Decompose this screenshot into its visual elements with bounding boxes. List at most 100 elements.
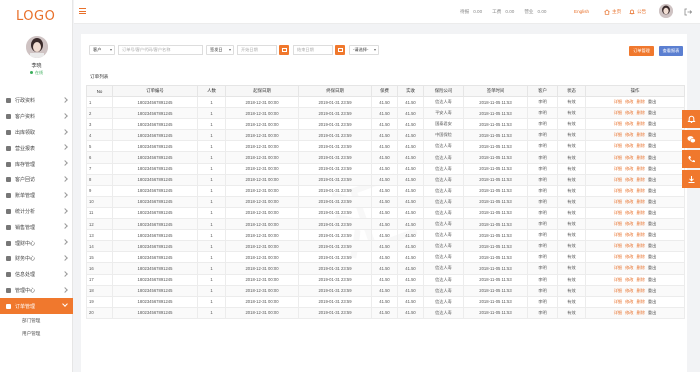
table-row[interactable]: 18 180234567891245 1 2018-12-31 00:00 2019-0… <box>86 284 685 297</box>
detail-link[interactable]: 详细 <box>614 243 622 249</box>
reprint-link[interactable]: 重出 <box>648 288 656 294</box>
keyword-input[interactable]: 订单号/客户代码/客户名称 <box>118 45 203 55</box>
edit-link[interactable]: 修改 <box>625 155 633 161</box>
detail-link[interactable]: 详细 <box>614 265 622 271</box>
sidebar-item-outbound[interactable]: 出库领取 <box>0 125 73 141</box>
delete-link[interactable]: 删除 <box>637 288 645 294</box>
delete-link[interactable]: 删除 <box>637 199 645 205</box>
detail-link[interactable]: 详细 <box>614 121 622 127</box>
top-avatar[interactable] <box>659 4 673 18</box>
table-row[interactable]: 17 180234567891245 1 2018-12-31 00:00 2019-0… <box>86 273 685 286</box>
reprint-link[interactable]: 重出 <box>648 299 656 305</box>
delete-link[interactable]: 删除 <box>637 221 645 227</box>
delete-link[interactable]: 删除 <box>637 121 645 127</box>
sidebar-item-sales[interactable]: 销售管理 <box>0 219 73 235</box>
sidebar-item-customer-visit[interactable]: 客户回访 <box>0 172 73 188</box>
sidebar-item-admin-data[interactable]: 行政资料 <box>0 93 73 109</box>
table-row[interactable]: 13 180234567891245 1 2018-12-31 00:00 2019-0… <box>86 229 685 242</box>
delete-link[interactable]: 删除 <box>637 299 645 305</box>
reprint-link[interactable]: 重出 <box>648 199 656 205</box>
detail-link[interactable]: 详细 <box>614 254 622 260</box>
reprint-link[interactable]: 重出 <box>648 177 656 183</box>
sidebar-item-info[interactable]: 信息处理 <box>0 267 73 283</box>
sidebar-item-statistics[interactable]: 统计分析 <box>0 204 73 220</box>
table-row[interactable]: 7 180234567891245 1 2018-12-31 00:00 2019-01… <box>86 162 685 175</box>
edit-link[interactable]: 修改 <box>625 288 633 294</box>
sidebar-item-finance-mgmt[interactable]: 理财中心 <box>0 235 73 251</box>
edit-link[interactable]: 修改 <box>625 177 633 183</box>
edit-link[interactable]: 修改 <box>625 210 633 216</box>
table-row[interactable]: 1 180234567891245 1 2018-12-31 00:00 2019-01… <box>86 95 685 109</box>
table-row[interactable]: 4 180234567891245 1 2018-12-31 00:00 2019-01… <box>86 129 685 142</box>
table-row[interactable]: 6 180234567891245 1 2018-12-31 00:00 2019-01… <box>86 151 685 164</box>
edit-link[interactable]: 修改 <box>625 121 633 127</box>
reprint-link[interactable]: 重出 <box>648 243 656 249</box>
end-date-input[interactable]: 结束日期 <box>293 45 333 55</box>
bell-icon[interactable] <box>682 110 700 128</box>
delete-link[interactable]: 删除 <box>637 110 645 116</box>
table-row[interactable]: 15 180234567891245 1 2018-12-31 00:00 2019-0… <box>86 251 685 264</box>
table-row[interactable]: 12 180234567891245 1 2018-12-31 00:00 2019-0… <box>86 218 685 231</box>
delete-link[interactable]: 删除 <box>637 232 645 238</box>
start-date-input[interactable]: 开始日期 <box>237 45 277 55</box>
app-logo[interactable]: LOGO <box>16 9 55 24</box>
sidebar-item-finance-center[interactable]: 财务中心 <box>0 251 73 267</box>
table-row[interactable]: 8 180234567891245 1 2018-12-31 00:00 2019-01… <box>86 173 685 186</box>
order-manage-button[interactable]: 订单管理 <box>629 46 654 56</box>
edit-link[interactable]: 修改 <box>625 143 633 149</box>
status-select[interactable]: -请选择- <box>349 45 379 55</box>
notice-link[interactable]: 公告 <box>629 9 646 15</box>
type-select[interactable]: 客户 <box>89 45 115 55</box>
detail-link[interactable]: 详细 <box>614 132 622 138</box>
delete-link[interactable]: 删除 <box>637 265 645 271</box>
edit-link[interactable]: 修改 <box>625 299 633 305</box>
reprint-link[interactable]: 重出 <box>648 310 656 316</box>
table-row[interactable]: 11 180234567891245 1 2018-12-31 00:00 2019-0… <box>86 206 685 220</box>
edit-link[interactable]: 修改 <box>625 254 633 260</box>
edit-link[interactable]: 修改 <box>625 110 633 116</box>
sidebar-item-customer-data[interactable]: 客户资料 <box>0 109 73 125</box>
table-row[interactable]: 16 180234567891245 1 2018-12-31 00:00 2019-0… <box>86 262 685 275</box>
delete-link[interactable]: 删除 <box>637 166 645 172</box>
table-row[interactable]: 9 180234567891245 1 2018-12-31 00:00 2019-01… <box>86 184 685 197</box>
edit-link[interactable]: 修改 <box>625 132 633 138</box>
view-report-button[interactable]: 查看报表 <box>659 46 683 56</box>
detail-link[interactable]: 详细 <box>614 232 622 238</box>
reprint-link[interactable]: 重出 <box>648 210 656 216</box>
reprint-link[interactable]: 重出 <box>648 121 656 127</box>
detail-link[interactable]: 详细 <box>614 177 622 183</box>
download-icon[interactable] <box>682 170 700 188</box>
sidebar-item-inventory[interactable]: 库存管理 <box>0 156 73 172</box>
edit-link[interactable]: 修改 <box>625 221 633 227</box>
detail-link[interactable]: 详细 <box>614 199 622 205</box>
table-row[interactable]: 10 180234567891245 1 2018-12-31 00:00 2019-0… <box>86 195 685 208</box>
reprint-link[interactable]: 重出 <box>648 277 656 283</box>
delete-link[interactable]: 删除 <box>637 99 645 105</box>
submenu-item-users[interactable]: 用户管理 <box>0 327 73 340</box>
edit-link[interactable]: 修改 <box>625 99 633 105</box>
table-row[interactable]: 19 180234567891245 1 2018-12-31 00:00 2019-0… <box>86 295 685 308</box>
detail-link[interactable]: 详细 <box>614 221 622 227</box>
delete-link[interactable]: 删除 <box>637 132 645 138</box>
edit-link[interactable]: 修改 <box>625 265 633 271</box>
calendar-icon[interactable] <box>335 45 345 55</box>
detail-link[interactable]: 详细 <box>614 210 622 216</box>
delete-link[interactable]: 删除 <box>637 210 645 216</box>
reprint-link[interactable]: 重出 <box>648 221 656 227</box>
table-row[interactable]: 14 180234567891245 1 2018-12-31 00:00 2019-0… <box>86 240 685 253</box>
reprint-link[interactable]: 重出 <box>648 143 656 149</box>
reprint-link[interactable]: 重出 <box>648 232 656 238</box>
reprint-link[interactable]: 重出 <box>648 188 656 194</box>
reprint-link[interactable]: 重出 <box>648 265 656 271</box>
reprint-link[interactable]: 重出 <box>648 155 656 161</box>
home-link[interactable]: 主页 <box>604 9 621 15</box>
sidebar-item-bills[interactable]: 账单管理 <box>0 188 73 204</box>
logout-icon[interactable] <box>684 8 693 18</box>
detail-link[interactable]: 详细 <box>614 277 622 283</box>
delete-link[interactable]: 删除 <box>637 188 645 194</box>
reprint-link[interactable]: 重出 <box>648 110 656 116</box>
edit-link[interactable]: 修改 <box>625 310 633 316</box>
edit-link[interactable]: 修改 <box>625 166 633 172</box>
detail-link[interactable]: 详细 <box>614 299 622 305</box>
delete-link[interactable]: 删除 <box>637 155 645 161</box>
